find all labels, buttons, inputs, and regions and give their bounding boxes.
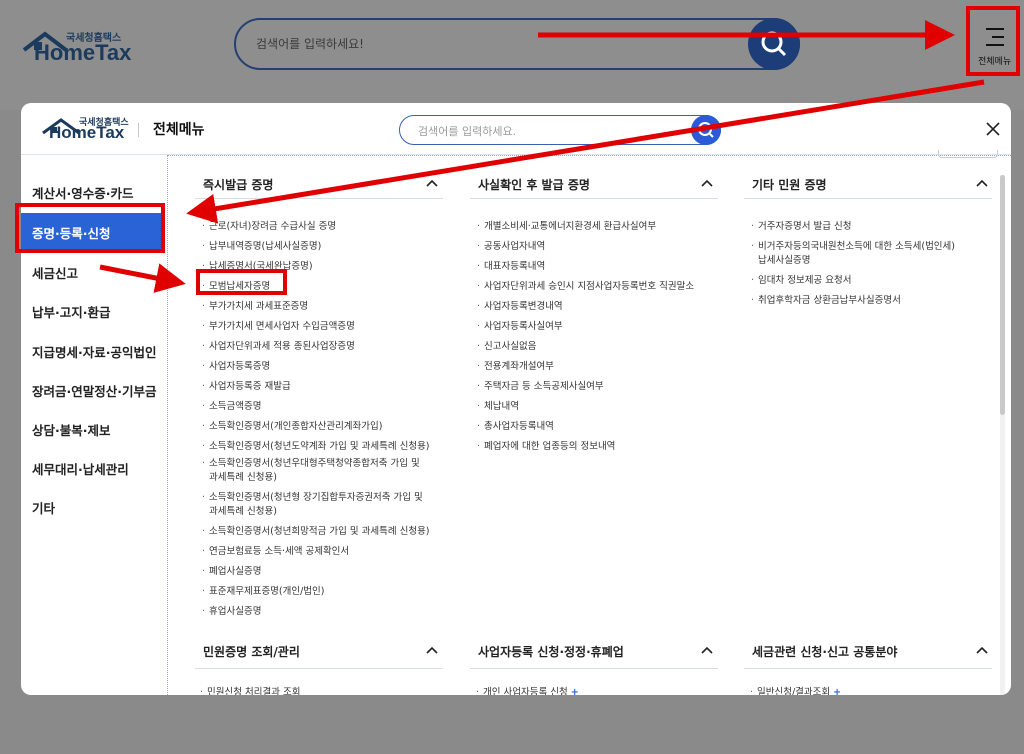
main-search-input[interactable]: 검색어를 입력하세요!	[234, 18, 800, 70]
search-placeholder: 검색어를 입력하세요!	[256, 37, 364, 51]
expand-plus-icon[interactable]: +	[571, 687, 579, 695]
list-item-label: 개인 사업자등록 신청	[483, 687, 568, 695]
list-item[interactable]: 사업자등록변경내역	[477, 300, 563, 314]
list-item[interactable]: 소득확인증명서(청년도약계좌 가입 및 과세특례 신청용)	[202, 440, 430, 454]
list-item[interactable]: 취업후학자금 상환금납부사실증명서	[751, 294, 901, 308]
list-item[interactable]: 개별소비세·교통에너지환경세 환급사실여부	[477, 220, 656, 234]
modal-search-button[interactable]	[691, 115, 721, 145]
chevron-up-icon[interactable]	[426, 646, 438, 654]
list-item[interactable]: 소득확인증명서(개인종합자산관리계좌가입)	[202, 420, 383, 434]
section-divider	[470, 198, 718, 199]
expand-plus-icon[interactable]: +	[833, 687, 841, 695]
section-divider	[195, 668, 443, 669]
list-item[interactable]: 부가가치세 면세사업자 수입금액증명	[202, 320, 355, 334]
chevron-up-icon[interactable]	[976, 646, 988, 654]
section-divider	[195, 198, 443, 199]
section-heading-common[interactable]: 세금관련 신청·신고 공통분야	[752, 643, 897, 660]
search-icon	[698, 122, 714, 138]
list-item[interactable]: 표준재무제표증명(개인/법인)	[202, 585, 324, 599]
list-item[interactable]: 민원신청 처리결과 조회	[200, 686, 300, 695]
sidebar-divider	[167, 155, 168, 695]
list-item[interactable]: 폐업사실증명	[202, 565, 262, 579]
list-item[interactable]: 비거주자등의국내원천소득에 대한 소득세(법인세)	[751, 240, 955, 254]
section-heading-registration[interactable]: 사업자등록 신청·정정·휴폐업	[478, 643, 624, 660]
highlight-certificate-box	[15, 203, 165, 253]
section-divider	[744, 668, 992, 669]
modal-search-input[interactable]: 검색어를 입력하세요.	[399, 115, 721, 145]
list-item[interactable]: 총사업자등록내역	[477, 420, 554, 434]
modal-title: 전체메뉴	[153, 122, 205, 138]
sidebar-item-invoice[interactable]: 계산서·영수증·카드	[32, 183, 134, 202]
list-item[interactable]: 과세특례 신청용)	[209, 471, 277, 485]
logo-text: HomeTax	[49, 123, 125, 142]
list-item[interactable]: 체납내역	[477, 400, 519, 414]
list-item[interactable]: 납세사실증명	[758, 254, 810, 268]
sidebar-item-payment[interactable]: 납부·고지·환급	[32, 302, 111, 321]
modal-header: 국세청홈택스 HomeTax 전체메뉴 검색어를 입력하세요.	[21, 103, 1011, 155]
chevron-up-icon[interactable]	[426, 179, 438, 187]
close-button[interactable]	[984, 120, 1002, 138]
section-divider	[470, 668, 718, 669]
list-item[interactable]: 사업자등록증명	[202, 360, 270, 374]
chevron-up-icon[interactable]	[701, 179, 713, 187]
all-menu-modal: 국세청홈택스 HomeTax 전체메뉴 검색어를 입력하세요. 계산서·영수증·…	[21, 103, 1011, 695]
chevron-up-icon[interactable]	[976, 179, 988, 187]
list-item[interactable]: 사업자단위과세 적용 종된사업장증명	[202, 340, 355, 354]
content-top-divider	[167, 155, 1011, 156]
search-button[interactable]	[748, 18, 800, 70]
list-item[interactable]: 폐업자에 대한 업종등의 정보내역	[477, 440, 615, 454]
section-divider	[744, 198, 992, 199]
list-item[interactable]: 신고사실없음	[477, 340, 537, 354]
header-divider	[138, 123, 139, 137]
sidebar-item-tax-filing[interactable]: 세금신고	[32, 263, 78, 282]
list-item[interactable]: 개인 사업자등록 신청 +	[476, 686, 579, 695]
list-item[interactable]: 연금보험료등 소득·세액 공제확인서	[202, 545, 349, 559]
list-item[interactable]: 주택자금 등 소득공제사실여부	[477, 380, 604, 394]
list-item[interactable]: 과세특례 신청용)	[209, 505, 277, 519]
section-heading-lookup[interactable]: 민원증명 조회/관리	[203, 643, 300, 660]
list-item[interactable]: 소득금액증명	[202, 400, 262, 414]
logo-text: HomeTax	[34, 40, 132, 65]
list-item[interactable]: 근로(자녀)장려금 수급사실 증명	[202, 220, 336, 234]
list-item[interactable]: 사업자단위과세 승인시 지점사업자등록번호 직권말소	[477, 280, 694, 294]
scrollbar-thumb[interactable]	[1000, 175, 1005, 415]
list-item[interactable]: 휴업사실증명	[202, 605, 262, 619]
list-item[interactable]: 소득확인증명서(청년형 장기집합투자증권저축 가입 및	[202, 491, 423, 505]
list-item[interactable]: 임대차 정보제공 요청서	[751, 274, 851, 288]
background-header: 국세청홈택스 HomeTax 검색어를 입력하세요! 전체메뉴	[0, 0, 1024, 110]
list-item[interactable]: 공동사업자내역	[477, 240, 545, 254]
sidebar-item-statements[interactable]: 지급명세·자료·공익법인	[32, 342, 157, 361]
sidebar-item-incentives[interactable]: 장려금·연말정산·기부금	[32, 381, 157, 400]
close-icon	[986, 122, 1000, 136]
search-icon	[761, 31, 787, 57]
search-placeholder: 검색어를 입력하세요.	[418, 125, 517, 138]
sidebar-item-consultation[interactable]: 상담·불복·제보	[32, 420, 111, 439]
modal-hometax-logo[interactable]: 국세청홈택스 HomeTax	[41, 113, 141, 147]
hometax-logo[interactable]: 국세청홈택스 HomeTax	[22, 26, 132, 68]
section-heading-other[interactable]: 기타 민원 증명	[752, 176, 827, 193]
list-item[interactable]: 부가가치세 과세표준증명	[202, 300, 308, 314]
list-item[interactable]: 일반신청/결과조회 +	[750, 686, 841, 695]
highlight-exemplary-box	[196, 269, 287, 295]
list-item[interactable]: 사업자등록증 재발급	[202, 380, 291, 394]
list-item-label: 일반신청/결과조회	[757, 687, 831, 695]
list-item[interactable]: 납부내역증명(납세사실증명)	[202, 240, 321, 254]
section-heading-verified[interactable]: 사실확인 후 발급 증명	[478, 176, 590, 193]
sidebar-item-agent[interactable]: 세무대리·납세관리	[32, 459, 129, 478]
section-heading-instant[interactable]: 즉시발급 증명	[203, 176, 273, 193]
chevron-up-icon[interactable]	[701, 646, 713, 654]
sidebar-item-etc[interactable]: 기타	[32, 498, 55, 517]
list-item[interactable]: 대표자등록내역	[477, 260, 545, 274]
highlight-menu-box	[966, 6, 1020, 76]
top-button[interactable]	[938, 150, 998, 158]
list-item[interactable]: 소득확인증명서(청년우대형주택청약종합저축 가입 및	[202, 457, 420, 471]
list-item[interactable]: 거주자증명서 발급 신청	[751, 220, 851, 234]
list-item[interactable]: 소득확인증명서(청년희망적금 가입 및 과세특례 신청용)	[202, 525, 430, 539]
page-background-bottom	[0, 695, 1024, 754]
list-item[interactable]: 전용계좌개설여부	[477, 360, 554, 374]
list-item[interactable]: 사업자등록사실여부	[477, 320, 563, 334]
